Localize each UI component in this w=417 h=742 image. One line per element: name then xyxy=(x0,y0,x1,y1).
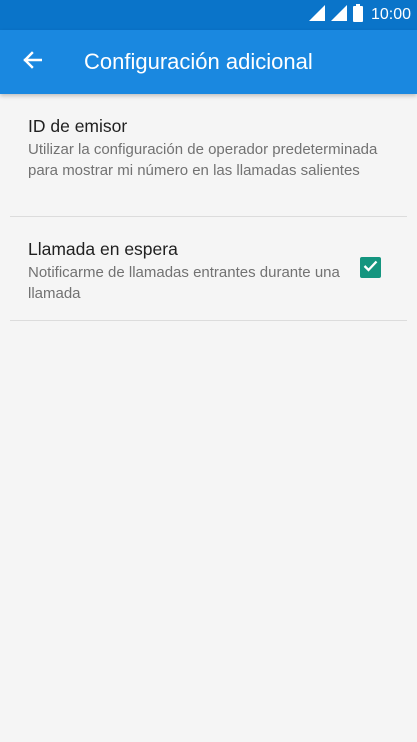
setting-item-caller-id[interactable]: ID de emisor Utilizar la configuración d… xyxy=(10,94,407,217)
setting-label: Llamada en espera xyxy=(28,239,178,259)
status-time: 10:00 xyxy=(370,6,411,23)
check-icon xyxy=(363,259,378,277)
page-title: Configuración adicional xyxy=(84,49,313,74)
arrow-back-icon xyxy=(22,50,43,75)
setting-item-call-waiting[interactable]: Llamada en espera Notificarme de llamada… xyxy=(10,217,407,321)
setting-label: ID de emisor xyxy=(28,116,128,136)
wifi-signal-icon xyxy=(308,4,325,26)
status-icons: 10:00 xyxy=(308,3,411,27)
app-bar: Configuración adicional xyxy=(0,30,417,94)
status-bar: 10:00 xyxy=(0,0,417,30)
call-waiting-checkbox[interactable] xyxy=(360,257,381,278)
settings-list: ID de emisor Utilizar la configuración d… xyxy=(10,94,407,321)
setting-description: Notificarme de llamadas entrantes durant… xyxy=(28,264,340,302)
cell-signal-icon xyxy=(330,4,347,26)
setting-description: Utilizar la configuración de operador pr… xyxy=(28,141,378,179)
battery-icon xyxy=(352,3,363,27)
back-button[interactable] xyxy=(14,44,50,80)
